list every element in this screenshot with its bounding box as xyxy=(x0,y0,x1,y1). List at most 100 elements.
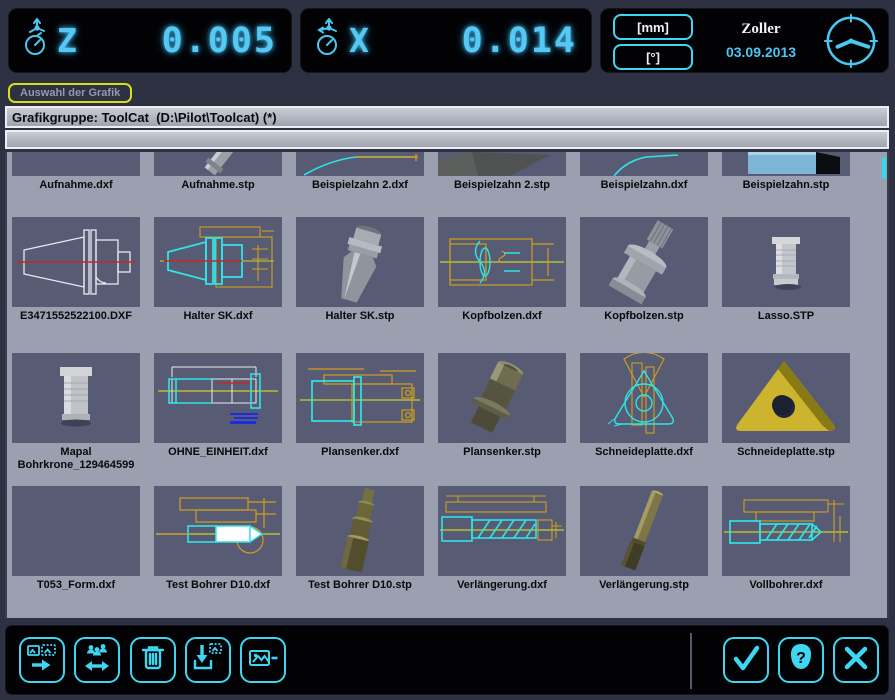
file-name: Beispielzahn.stp xyxy=(719,179,853,192)
grid-item[interactable]: Kopfbolzen.dxf xyxy=(438,217,566,323)
unit-degree-button[interactable]: [°] xyxy=(613,44,693,70)
send-graphic-icon xyxy=(25,641,59,680)
thumbnail-verl_stp[interactable] xyxy=(580,486,708,576)
thumbnail-halter_stp[interactable] xyxy=(296,217,424,307)
thumbnail-kopf_dxf[interactable] xyxy=(438,217,566,307)
thumbnail-mapal[interactable] xyxy=(12,353,140,443)
file-name: Schneideplatte.stp xyxy=(719,446,853,459)
file-name: Verlängerung.dxf xyxy=(435,579,569,592)
thumbnail-verl_dxf[interactable] xyxy=(438,486,566,576)
trash-icon xyxy=(136,641,170,680)
import-graphic-icon xyxy=(191,641,225,680)
file-name: E3471552522100.DXF xyxy=(9,310,143,323)
grid-scrollbar[interactable] xyxy=(882,157,886,179)
file-name: Lasso.STP xyxy=(719,310,853,323)
thumbnail-vollbohrer[interactable] xyxy=(722,486,850,576)
info-panel: [mm] [°] Zoller 03.09.2013 xyxy=(600,8,889,73)
grid-item[interactable]: Mapal Bohrkrone_129464599 xyxy=(12,353,140,472)
graphic-group-bar[interactable]: Grafikgruppe: ToolCat (D:\Pilot\Toolcat)… xyxy=(5,106,889,128)
grid-item[interactable]: Plansenker.stp xyxy=(438,353,566,459)
grid-item[interactable]: Schneideplatte.dxf xyxy=(580,353,708,459)
help-button[interactable]: ? xyxy=(778,637,824,683)
file-name: Vollbohrer.dxf xyxy=(719,579,853,592)
remove-graphic-button[interactable] xyxy=(240,637,286,683)
grid-item[interactable]: Verlängerung.stp xyxy=(580,486,708,592)
thumbnail-bz2_dxf[interactable] xyxy=(296,152,424,176)
brand-label: Zoller xyxy=(741,21,780,38)
grid-item[interactable]: Lasso.STP xyxy=(722,217,850,323)
grid-item[interactable]: Vollbohrer.dxf xyxy=(722,486,850,592)
grid-item[interactable]: Test Bohrer D10.dxf xyxy=(154,486,282,592)
question-icon: ? xyxy=(784,641,818,680)
filter-input[interactable] xyxy=(5,130,889,149)
thumbnail-testbohrer_dxf[interactable] xyxy=(154,486,282,576)
z-axis-value: 0.005 xyxy=(162,21,277,61)
thumbnail-e347[interactable] xyxy=(12,217,140,307)
grid-item[interactable]: Verlängerung.dxf xyxy=(438,486,566,592)
grid-item[interactable]: Plansenker.dxf xyxy=(296,353,424,459)
thumbnail-bz_stp[interactable] xyxy=(722,152,850,176)
grid-item[interactable]: Beispielzahn 2.dxf xyxy=(296,152,424,192)
file-name: Beispielzahn 2.dxf xyxy=(293,179,427,192)
file-name: Kopfbolzen.dxf xyxy=(435,310,569,323)
thumbnail-schneide_dxf[interactable] xyxy=(580,353,708,443)
z-axis-label: Z xyxy=(57,21,77,60)
grid-item[interactable]: Halter SK.dxf xyxy=(154,217,282,323)
send-graphic-button[interactable] xyxy=(19,637,65,683)
thumbnail-schneide_stp[interactable] xyxy=(722,353,850,443)
import-graphic-button[interactable] xyxy=(185,637,231,683)
file-name: Beispielzahn.dxf xyxy=(577,179,711,192)
file-name: Halter SK.stp xyxy=(293,310,427,323)
grid-item[interactable]: Test Bohrer D10.stp xyxy=(296,486,424,592)
close-icon xyxy=(839,641,873,680)
thumbnail-kopf_stp[interactable] xyxy=(580,217,708,307)
ok-button[interactable] xyxy=(723,637,769,683)
page-title-tab: Auswahl der Grafik xyxy=(8,83,132,103)
x-axis-display-panel: X 0.014 xyxy=(300,8,592,73)
grid-item[interactable]: T053_Form.dxf xyxy=(12,486,140,592)
file-name: Plansenker.dxf xyxy=(293,446,427,459)
assign-swap-button[interactable] xyxy=(74,637,120,683)
grid-item[interactable]: OHNE_EINHEIT.dxf xyxy=(154,353,282,459)
toolbar-divider xyxy=(690,633,692,689)
z-gauge-icon xyxy=(23,18,53,63)
file-name: Verlängerung.stp xyxy=(577,579,711,592)
grid-item[interactable]: Aufnahme.stp xyxy=(154,152,282,192)
graphic-group-label: Grafikgruppe: ToolCat (D:\Pilot\Toolcat)… xyxy=(7,110,277,125)
date-label: 03.09.2013 xyxy=(726,44,796,60)
file-name: Test Bohrer D10.dxf xyxy=(151,579,285,592)
thumbnail-empty[interactable] xyxy=(12,486,140,576)
thumbnail-aufnahme_stp[interactable] xyxy=(154,152,282,176)
cancel-button[interactable] xyxy=(833,637,879,683)
thumbnail-bz2_stp[interactable] xyxy=(438,152,566,176)
grid-item[interactable]: Beispielzahn.dxf xyxy=(580,152,708,192)
grid-item[interactable]: E3471552522100.DXF xyxy=(12,217,140,323)
thumbnail-plansenker_stp[interactable] xyxy=(438,353,566,443)
file-name: Aufnahme.stp xyxy=(151,179,285,192)
z-axis-display-panel: Z 0.005 xyxy=(8,8,292,73)
grid-item[interactable]: Halter SK.stp xyxy=(296,217,424,323)
grid-item[interactable]: Beispielzahn 2.stp xyxy=(438,152,566,192)
delete-button[interactable] xyxy=(130,637,176,683)
thumbnail-lasso[interactable] xyxy=(722,217,850,307)
checkmark-icon xyxy=(729,641,763,680)
thumbnail-ohne[interactable] xyxy=(154,353,282,443)
thumbnail-halter_dxf[interactable] xyxy=(154,217,282,307)
thumbnail-empty_clip[interactable] xyxy=(12,152,140,176)
thumbnail-bz_dxf[interactable] xyxy=(580,152,708,176)
file-name: Halter SK.dxf xyxy=(151,310,285,323)
file-name: Plansenker.stp xyxy=(435,446,569,459)
graphics-grid: Aufnahme.dxf Aufnahme.stp Beispielzahn 2.d… xyxy=(5,152,889,618)
file-name: T053_Form.dxf xyxy=(9,579,143,592)
x-axis-value: 0.014 xyxy=(462,21,577,61)
thumbnail-testbohrer_stp[interactable] xyxy=(296,486,424,576)
grid-item[interactable]: Schneideplatte.stp xyxy=(722,353,850,459)
unit-mm-button[interactable]: [mm] xyxy=(613,14,693,40)
file-name: Schneideplatte.dxf xyxy=(577,446,711,459)
grid-item[interactable]: Beispielzahn.stp xyxy=(722,152,850,192)
bottom-toolbar: ? xyxy=(5,625,889,695)
grid-item[interactable]: Kopfbolzen.stp xyxy=(580,217,708,323)
thumbnail-plansenker_dxf[interactable] xyxy=(296,353,424,443)
grid-item[interactable]: Aufnahme.dxf xyxy=(12,152,140,192)
file-name: Mapal Bohrkrone_129464599 xyxy=(9,446,143,472)
